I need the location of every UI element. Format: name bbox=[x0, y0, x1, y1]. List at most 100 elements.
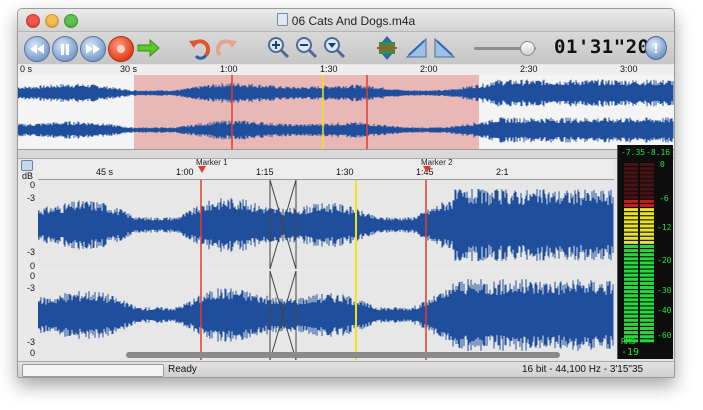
marker-2-flag-icon bbox=[423, 166, 431, 173]
selection-highlight bbox=[134, 75, 479, 149]
meter-left-segment-36 bbox=[624, 310, 638, 314]
detail-ruler-label-2: 1:15 bbox=[256, 167, 274, 177]
title-bar: 06 Cats And Dogs.m4a bbox=[18, 9, 674, 32]
meter-left-segment-9 bbox=[624, 199, 638, 203]
redo-icon bbox=[215, 39, 237, 57]
meter-right-segment-40 bbox=[640, 327, 654, 330]
meter-left-segment-34 bbox=[624, 302, 638, 306]
record-button[interactable] bbox=[108, 36, 134, 62]
volume-slider-thumb[interactable] bbox=[520, 41, 535, 56]
overview-ruler-label-3: 1:30 bbox=[320, 64, 338, 74]
record-icon bbox=[117, 45, 125, 53]
fast-forward-icon bbox=[86, 44, 100, 54]
meter-right-segment-24 bbox=[640, 261, 654, 265]
info-button[interactable]: ! bbox=[645, 36, 667, 60]
meter-right-segment-12 bbox=[640, 212, 654, 216]
meter-right-segment-8 bbox=[640, 195, 654, 199]
meter-right-segment-33 bbox=[640, 298, 654, 302]
overview-waveform-canvas[interactable] bbox=[18, 75, 674, 149]
undo-button[interactable] bbox=[186, 36, 212, 60]
zoom-fit-button[interactable] bbox=[322, 36, 348, 60]
meter-right-segment-14 bbox=[640, 220, 654, 224]
normalize-button[interactable] bbox=[432, 36, 458, 60]
overview-ruler-label-0: 0 s bbox=[20, 64, 33, 74]
fit-height-button[interactable] bbox=[374, 36, 400, 60]
rms-value: -19 bbox=[621, 347, 640, 358]
meter-scale-0: 0 bbox=[660, 160, 665, 169]
meter-scale-6: -6 bbox=[659, 194, 669, 203]
meter-right-segment-10 bbox=[640, 204, 654, 207]
pause-button[interactable] bbox=[52, 36, 78, 62]
fit-height-icon bbox=[377, 36, 397, 60]
meter-right-segment-9 bbox=[640, 199, 654, 203]
meter-left-segment-31 bbox=[624, 290, 638, 294]
meter-right-segment-22 bbox=[640, 253, 654, 257]
meter-left-segment-30 bbox=[624, 286, 638, 289]
detail-waveform-canvas[interactable] bbox=[37, 179, 614, 361]
meter-left-segment-35 bbox=[624, 306, 638, 310]
overview-ruler-label-4: 2:00 bbox=[420, 64, 438, 74]
zoom-out-icon bbox=[296, 37, 318, 59]
meter-right-segment-37 bbox=[640, 314, 654, 318]
meter-right-segment-0 bbox=[640, 163, 654, 166]
meter-left-segment-41 bbox=[624, 331, 638, 335]
meter-left-segment-25 bbox=[624, 265, 638, 269]
zoom-in-button[interactable] bbox=[266, 36, 292, 60]
meter-right-segment-38 bbox=[640, 318, 654, 322]
meter-right-segment-39 bbox=[640, 322, 654, 326]
select-range-icon bbox=[405, 37, 427, 58]
db-tick-top-3: 0 bbox=[29, 261, 35, 271]
splitter-handle[interactable] bbox=[18, 150, 674, 159]
meter-left-segment-38 bbox=[624, 318, 638, 322]
meter-right-segment-34 bbox=[640, 302, 654, 306]
undo-icon bbox=[189, 39, 211, 60]
status-text: Ready bbox=[168, 364, 197, 375]
meter-left-segment-1 bbox=[624, 167, 638, 171]
meter-right-segment-5 bbox=[640, 183, 654, 187]
meter-left-segment-32 bbox=[624, 294, 638, 298]
meter-right-segment-42 bbox=[640, 335, 654, 339]
meter-left-segment-3 bbox=[624, 175, 638, 179]
detail-ruler-label-1: 1:00 bbox=[176, 167, 194, 177]
meter-right-segment-41 bbox=[640, 331, 654, 335]
zoom-out-button[interactable] bbox=[294, 36, 320, 60]
rewind-button[interactable] bbox=[24, 36, 50, 62]
meter-scale-40: -40 bbox=[657, 306, 672, 315]
meter-left-segment-37 bbox=[624, 314, 638, 318]
overview-ruler-label-6: 3:00 bbox=[620, 64, 638, 74]
db-tick-top-2: -3 bbox=[26, 247, 35, 257]
meter-left-segment-7 bbox=[624, 191, 638, 195]
meter-right-segment-29 bbox=[640, 281, 654, 285]
horizontal-scrollbar[interactable] bbox=[126, 352, 560, 358]
db-tick-top-1: -3 bbox=[26, 193, 35, 203]
meter-right-segment-4 bbox=[640, 179, 654, 183]
rewind-icon bbox=[30, 44, 44, 54]
meter-left-segment-13 bbox=[624, 216, 638, 220]
rms-label: RMS bbox=[621, 337, 636, 346]
detail-ruler[interactable]: 45 s 1:00 1:15 1:30 1:45 2:1 Marker 1 Marker … bbox=[38, 158, 614, 180]
overview-ruler-label-5: 2:30 bbox=[520, 64, 538, 74]
meter-left-segment-5 bbox=[624, 183, 638, 187]
meter-scale-30: -30 bbox=[657, 286, 672, 295]
status-bar: Ready 16 bit - 44,100 Hz - 3'15"35 bbox=[18, 361, 674, 377]
meter-right-segment-20 bbox=[640, 245, 654, 248]
meter-left-segment-22 bbox=[624, 253, 638, 257]
meter-left-segment-21 bbox=[624, 249, 638, 253]
select-range-button[interactable] bbox=[404, 36, 430, 60]
meter-bars bbox=[624, 163, 654, 343]
overview-waveform[interactable] bbox=[18, 75, 674, 150]
db-tick-bottom-3: 0 bbox=[29, 348, 35, 358]
meter-right-segment-32 bbox=[640, 294, 654, 298]
meter-left-segment-11 bbox=[624, 208, 638, 212]
meter-left-segment-40 bbox=[624, 327, 638, 330]
play-button[interactable] bbox=[136, 36, 162, 60]
meter-right-segment-13 bbox=[640, 216, 654, 220]
meter-left-segment-24 bbox=[624, 261, 638, 265]
db-scale-icon bbox=[21, 160, 33, 171]
meter-right-segment-15 bbox=[640, 224, 654, 228]
fast-forward-button[interactable] bbox=[80, 36, 106, 62]
redo-button[interactable] bbox=[214, 36, 240, 60]
window-title: 06 Cats And Dogs.m4a bbox=[18, 13, 674, 28]
detail-waveform[interactable] bbox=[37, 179, 614, 361]
app-window: 06 Cats And Dogs.m4a 01'31"208 ! 0 s 30 … bbox=[17, 8, 675, 378]
